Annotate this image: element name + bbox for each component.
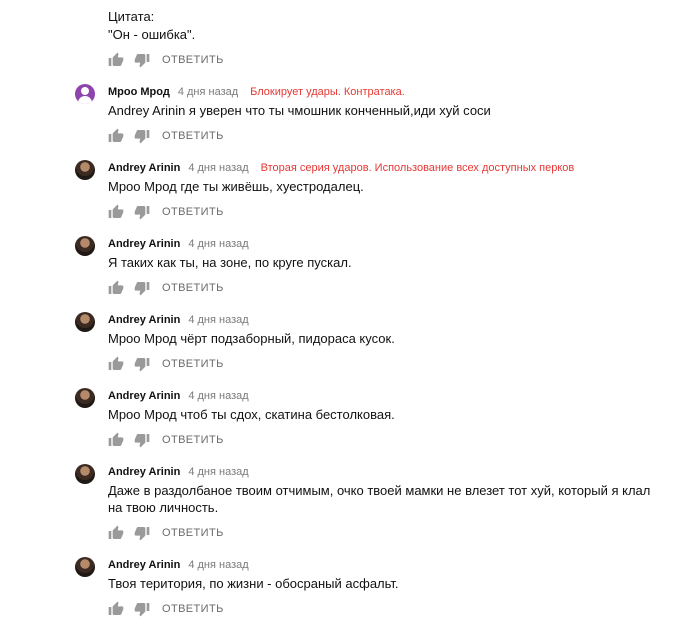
comment-actions: ОТВЕТИТЬ — [108, 128, 224, 144]
avatar[interactable] — [75, 388, 95, 408]
comment-text: Твоя територия, по жизни - обосраный асф… — [108, 576, 399, 591]
reply-button[interactable]: ОТВЕТИТЬ — [162, 130, 224, 142]
comment-header: Andrey Arinin 4 дня назад — [108, 558, 261, 572]
timestamp[interactable]: 4 дня назад — [188, 314, 248, 326]
author-name[interactable]: Мроо Мрод — [108, 86, 170, 98]
timestamp[interactable]: 4 дня назад — [178, 86, 238, 98]
avatar[interactable] — [75, 160, 95, 180]
thumbs-up-icon[interactable] — [108, 128, 124, 144]
thumbs-up-icon[interactable] — [108, 280, 124, 296]
quoted-text: Цитата: "Он - ошибка". — [108, 8, 195, 44]
author-name[interactable]: Andrey Arinin — [108, 390, 180, 402]
thumbs-down-icon[interactable] — [134, 601, 150, 617]
thumbs-down-icon[interactable] — [134, 525, 150, 541]
comment-text: Andrey Arinin я уверен что ты чмошник ко… — [108, 103, 491, 118]
quote-content: "Он - ошибка". — [108, 27, 196, 42]
comment-header: Andrey Arinin 4 дня назад — [108, 389, 261, 403]
comment-header: Мроо Мрод 4 дня назад Блокирует удары. Кон… — [108, 85, 405, 99]
annotation: Блокирует удары. Контратака. — [250, 86, 405, 98]
comment-actions: ОТВЕТИТЬ — [108, 52, 224, 68]
comment-text: Я таких как ты, на зоне, по круге пускал… — [108, 255, 352, 270]
thumbs-up-icon[interactable] — [108, 52, 124, 68]
thumbs-up-icon[interactable] — [108, 525, 124, 541]
thumbs-down-icon[interactable] — [134, 52, 150, 68]
comment-actions: ОТВЕТИТЬ — [108, 525, 224, 541]
author-name[interactable]: Andrey Arinin — [108, 238, 180, 250]
comment-actions: ОТВЕТИТЬ — [108, 356, 224, 372]
reply-button[interactable]: ОТВЕТИТЬ — [162, 527, 224, 539]
thumbs-down-icon[interactable] — [134, 432, 150, 448]
comment-text: Даже в раздолбаное твоим отчимым, очко т… — [108, 483, 651, 515]
comment-header: Andrey Arinin 4 дня назад Вторая серия уда… — [108, 161, 574, 175]
author-name[interactable]: Andrey Arinin — [108, 559, 180, 571]
comment-actions: ОТВЕТИТЬ — [108, 601, 224, 617]
author-name[interactable]: Andrey Arinin — [108, 314, 180, 326]
reply-button[interactable]: ОТВЕТИТЬ — [162, 282, 224, 294]
reply-button[interactable]: ОТВЕТИТЬ — [162, 206, 224, 218]
avatar[interactable] — [75, 464, 95, 484]
timestamp[interactable]: 4 дня назад — [188, 238, 248, 250]
annotation: Вторая серия ударов. Использование всех … — [260, 162, 575, 174]
comment-header: Andrey Arinin 4 дня назад — [108, 313, 261, 327]
quote-label: Цитата: — [108, 9, 155, 24]
thumbs-down-icon[interactable] — [134, 356, 150, 372]
avatar[interactable] — [75, 557, 95, 577]
author-name[interactable]: Andrey Arinin — [108, 162, 180, 174]
comment-actions: ОТВЕТИТЬ — [108, 432, 224, 448]
reply-button[interactable]: ОТВЕТИТЬ — [162, 434, 224, 446]
reply-button[interactable]: ОТВЕТИТЬ — [162, 603, 224, 615]
comment-text: Мроо Мрод чтоб ты сдох, скатина бестолко… — [108, 407, 395, 422]
timestamp[interactable]: 4 дня назад — [188, 162, 248, 174]
comment-text: Мроо Мрод чёрт подзаборный, пидораса кус… — [108, 331, 395, 346]
thumbs-up-icon[interactable] — [108, 204, 124, 220]
comment-actions: ОТВЕТИТЬ — [108, 280, 224, 296]
comment-header: Andrey Arinin 4 дня назад — [108, 465, 261, 479]
avatar[interactable] — [75, 84, 95, 104]
thumbs-up-icon[interactable] — [108, 601, 124, 617]
timestamp[interactable]: 4 дня назад — [188, 559, 248, 571]
thumbs-up-icon[interactable] — [108, 432, 124, 448]
comment-actions: ОТВЕТИТЬ — [108, 204, 224, 220]
timestamp[interactable]: 4 дня назад — [188, 466, 248, 478]
author-name[interactable]: Andrey Arinin — [108, 466, 180, 478]
reply-button[interactable]: ОТВЕТИТЬ — [162, 54, 224, 66]
thumbs-up-icon[interactable] — [108, 356, 124, 372]
avatar[interactable] — [75, 312, 95, 332]
avatar[interactable] — [75, 236, 95, 256]
reply-button[interactable]: ОТВЕТИТЬ — [162, 358, 224, 370]
thumbs-down-icon[interactable] — [134, 204, 150, 220]
comment-header: Andrey Arinin 4 дня назад — [108, 237, 261, 251]
timestamp[interactable]: 4 дня назад — [188, 390, 248, 402]
thumbs-down-icon[interactable] — [134, 128, 150, 144]
comment-text: Мроо Мрод где ты живёшь, хуестродалец. — [108, 179, 364, 194]
thumbs-down-icon[interactable] — [134, 280, 150, 296]
